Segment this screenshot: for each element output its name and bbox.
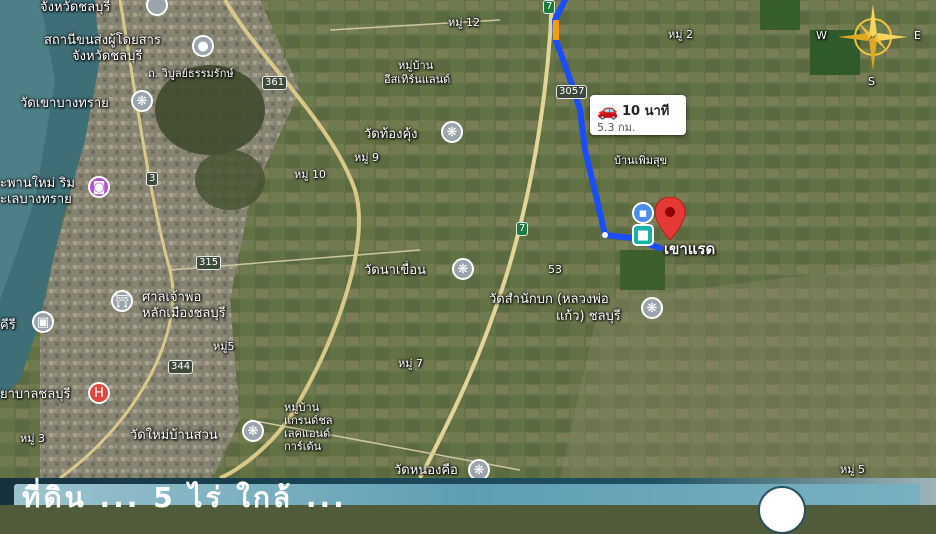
place-icon[interactable]: ■ [632,224,654,246]
compass-west: W [816,29,827,42]
road-shield-3: 3 [146,172,159,186]
label-moo-10: หมู่ 10 [294,168,326,181]
temple-icon[interactable]: ❋ [441,121,463,143]
label-eastern-land-1: หมู่บ้าน [398,59,434,72]
shrine-icon[interactable]: ⛩ [111,290,133,312]
temple-icon[interactable]: ❋ [641,297,663,319]
label-wat-samnak-bok-2[interactable]: แก้ว) ชลบุรี [556,309,621,324]
label-wat-samnak-bok-1[interactable]: วัดสำนักบก (หลวงพ่อ [489,292,609,307]
label-ban-phoem-suk: บ้านเพิ่มสุข [614,154,668,167]
label-moo-7: หมู่ 7 [398,357,423,370]
label-khiri[interactable]: คีรี [0,318,16,333]
compass-star-icon [838,4,908,70]
compass-south: S [868,75,875,88]
shop-icon[interactable]: ▪ [632,202,654,224]
label-moo-3: หมู่ 3 [20,432,45,445]
label-eastern-land-2: อีสเทิร์นแลนด์ [384,73,451,86]
label-city-pillar-2[interactable]: หลักเมืองชลบุรี [142,306,226,321]
label-road-wibun: ถ. วิบูลย์ธรรมรักษ์ [148,67,234,80]
compass-east: E [914,29,921,42]
label-wat-thong-khung[interactable]: วัดท้องคุ้ง [364,127,418,142]
destination-pin-icon[interactable] [654,197,686,241]
company-logo-icon [758,486,806,534]
label-city-pillar-1[interactable]: ศาลเจ้าพ่อ [142,290,201,305]
banner-headline: ที่ดิน ... 5 ไร่ ใกล้ ... [22,481,347,514]
label-wat-khao-bang-sai[interactable]: วัดเขาบางทราย [20,96,109,111]
compass-rose: W E S [816,4,921,88]
label-wat-na-khuean[interactable]: วัดนาเขื่อน [364,263,426,278]
label-bus-terminal-2[interactable]: จังหวัดชลบุรี [72,49,142,64]
temple-icon[interactable]: ❋ [131,90,153,112]
label-wat-nong-kho[interactable]: วัดหนองคือ [394,463,458,478]
label-khao-raet[interactable]: เขาแรด [664,241,715,258]
road-shield-361: 361 [262,76,288,90]
route-distance: 5.3 กม. [597,121,636,134]
forest-patch-2 [760,0,800,30]
label-grand-village-4: การ์เด้น [284,440,322,453]
label-moo-5-left: หมู่5 [213,340,235,353]
route-info-card[interactable]: 🚗 10 นาที 5.3 กม. [590,95,686,135]
road-shield-3057: 3057 [556,85,588,99]
label-hospital[interactable]: ยาบาลชลบุรี [0,387,70,402]
road-shield-7: 7 [516,222,529,236]
label-saphan-mai-2[interactable]: ะเลบางทราย [0,192,72,207]
bottom-banner: ที่ดิน ... 5 ไร่ ใกล้ ... [0,478,936,534]
road-shield-7-top: 7 [543,0,556,14]
label-moo-2: หมู่ 2 [668,28,693,41]
road-shield-315: 315 [196,256,222,270]
forest-patch-3 [620,250,665,290]
label-road-53: 53 [548,263,562,276]
label-wat-mai-ban-suan[interactable]: วัดใหม่บ้านสวน [130,428,218,443]
route-end-dot [602,232,608,238]
temple-icon[interactable]: ❋ [242,420,264,442]
camera-icon[interactable]: ◙ [88,176,110,198]
temple-icon[interactable]: ❋ [452,258,474,280]
road-shield-344: 344 [168,360,194,374]
label-chonburi-province[interactable]: จังหวัดชลบุรี [40,0,110,15]
label-saphan-mai-1[interactable]: ะพานใหม่ ริม [0,176,75,191]
label-moo-12: หมู่ 12 [448,16,480,29]
landmark-icon[interactable]: ▣ [32,311,54,333]
hospital-icon[interactable]: H [88,382,110,404]
banner-panel: ที่ดิน ... 5 ไร่ ใกล้ ... [14,481,920,534]
label-bus-terminal-1[interactable]: สถานีขนส่งผู้โดยสาร [44,33,161,48]
bus-station-icon[interactable]: ● [192,35,214,57]
label-moo-5-right: หมู่ 5 [840,463,865,476]
hill-forest-2 [195,150,265,210]
label-moo-9: หมู่ 9 [354,151,379,164]
